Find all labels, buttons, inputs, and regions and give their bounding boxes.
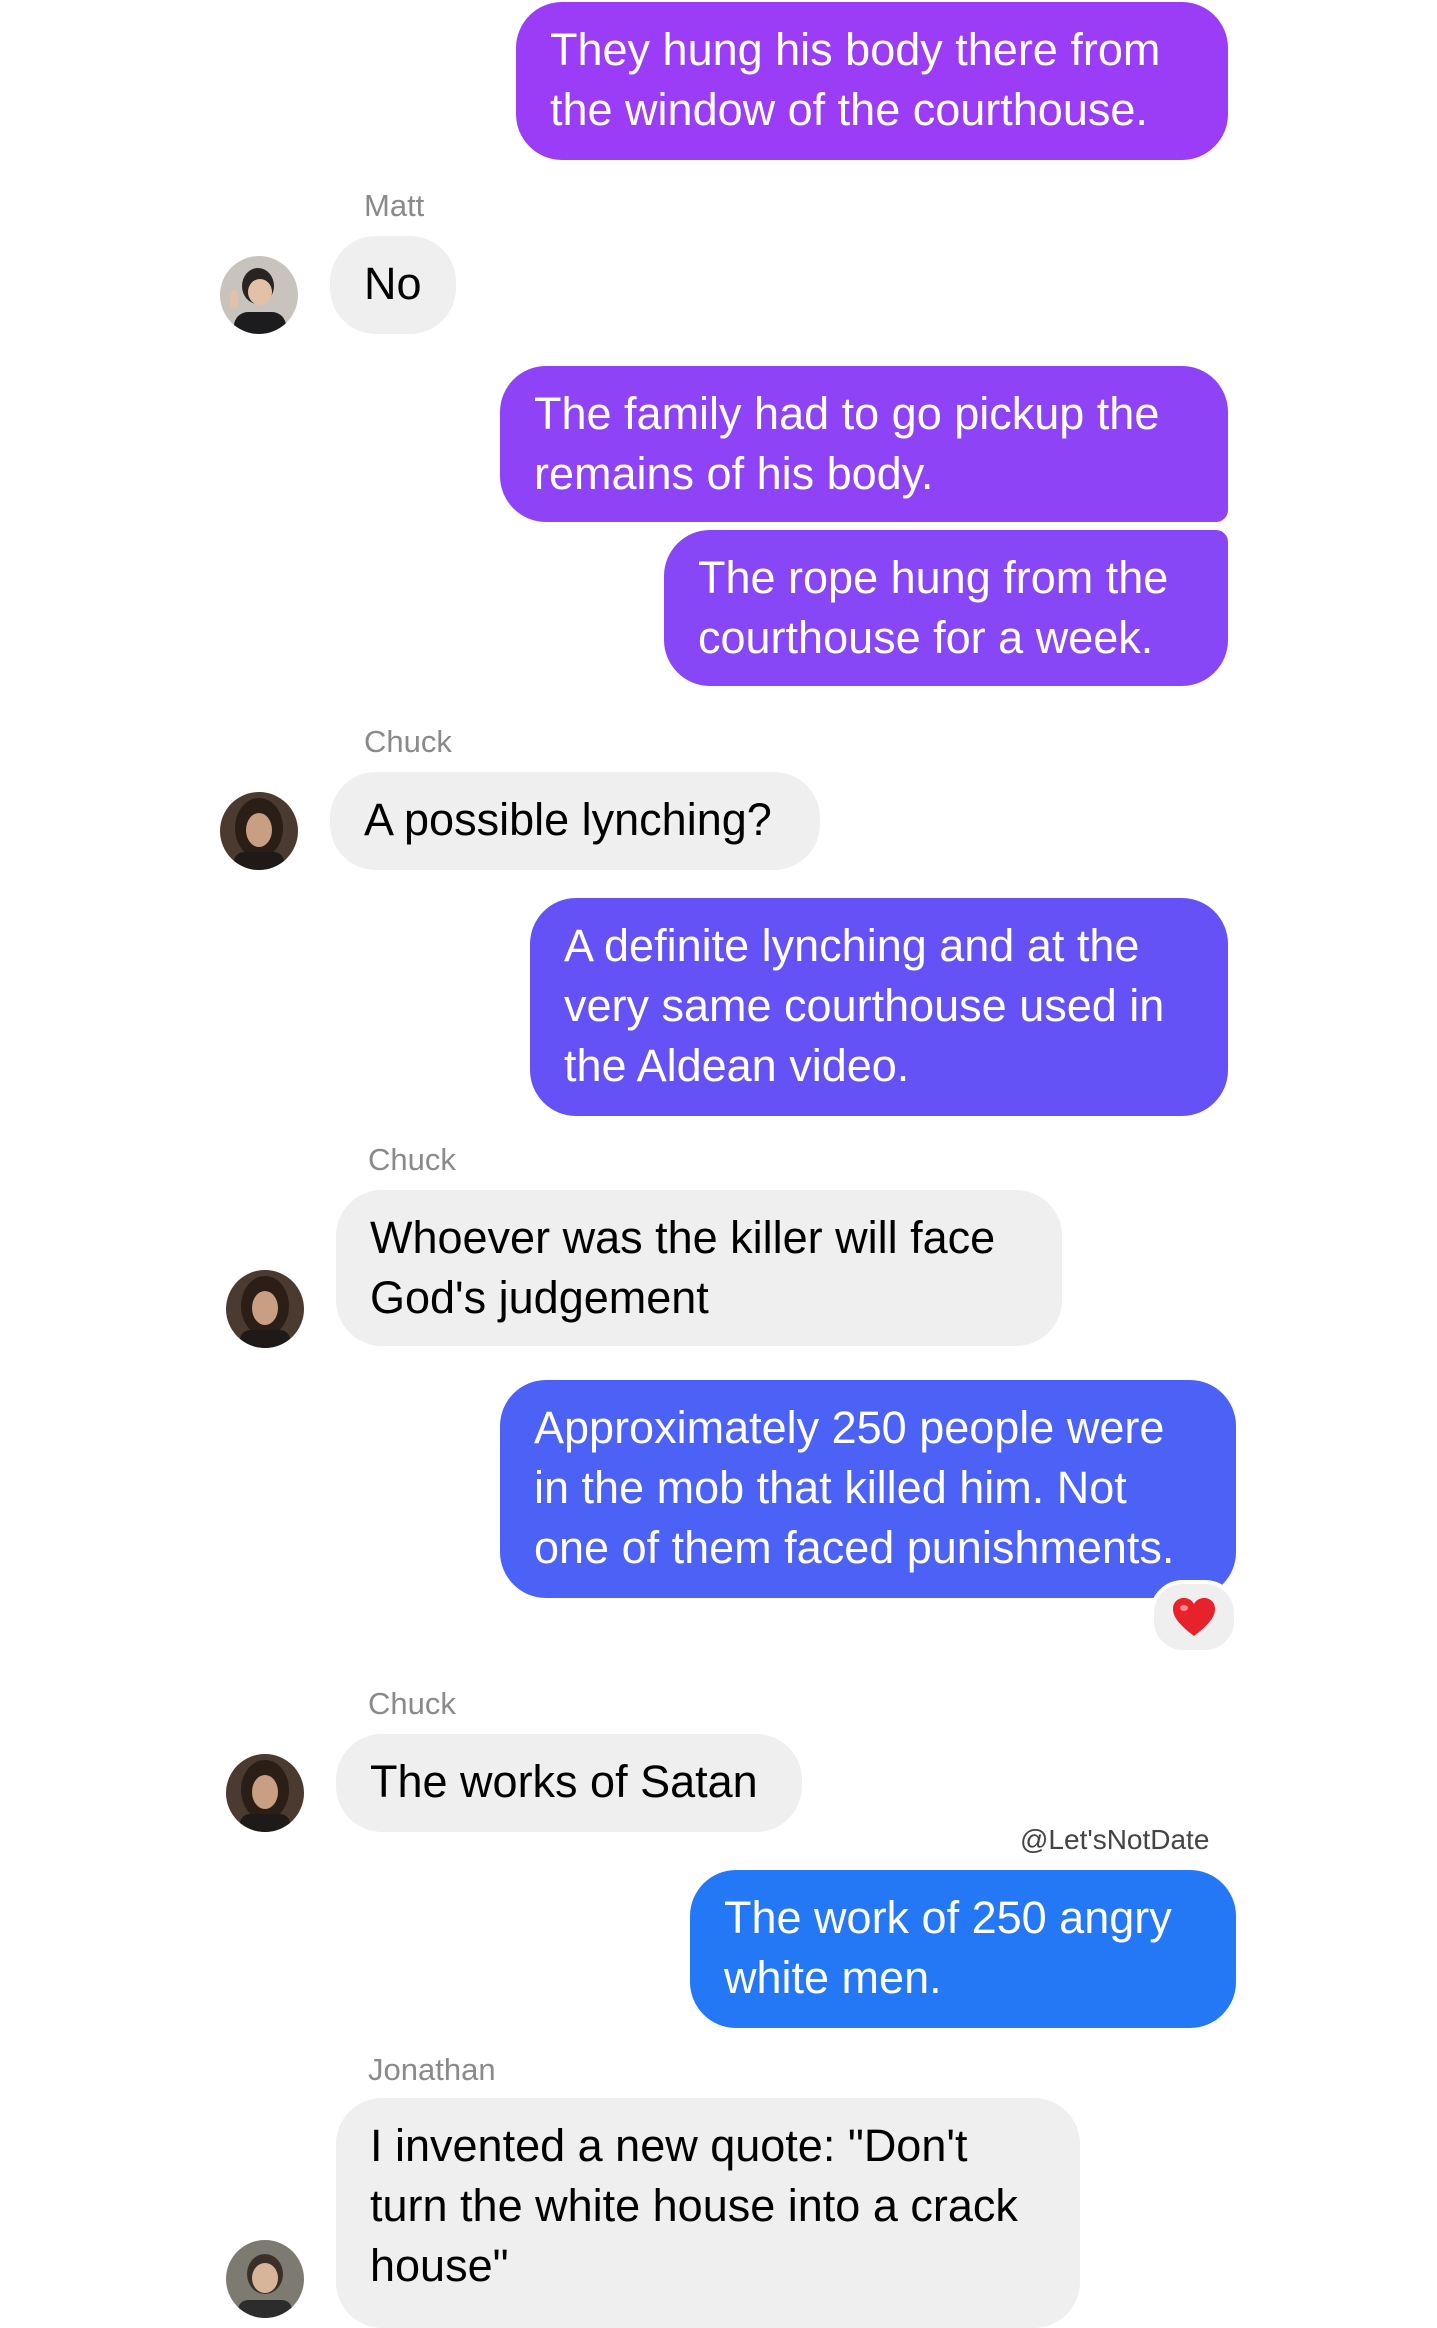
user-photo-icon xyxy=(226,1270,304,1348)
message-bubble-incoming[interactable]: The works of Satan xyxy=(336,1734,802,1832)
watermark: @Let'sNotDate xyxy=(1020,1824,1210,1855)
message-bubble-outgoing[interactable]: The family had to go pickup the remains … xyxy=(500,366,1228,522)
message-bubble-incoming[interactable]: I invented a new quote: "Don't turn the … xyxy=(336,2098,1080,2328)
message-bubble-outgoing[interactable]: A definite lynching and at the very same… xyxy=(530,898,1228,1116)
avatar[interactable] xyxy=(226,1270,304,1348)
avatar[interactable] xyxy=(226,1754,304,1832)
message-bubble-outgoing[interactable]: They hung his body there from the window… xyxy=(516,2,1228,160)
heart-icon xyxy=(1173,1598,1215,1636)
reaction-badge[interactable] xyxy=(1150,1580,1238,1654)
sender-name: Chuck xyxy=(364,724,452,759)
sender-name: Jonathan xyxy=(368,2052,496,2087)
user-photo-icon xyxy=(226,1754,304,1832)
avatar[interactable] xyxy=(226,2240,304,2318)
message-bubble-outgoing[interactable]: The rope hung from the courthouse for a … xyxy=(664,530,1228,686)
message-bubble-outgoing[interactable]: The work of 250 angry white men. xyxy=(690,1870,1236,2028)
user-photo-icon xyxy=(220,256,298,334)
sender-name: Matt xyxy=(364,188,425,223)
user-photo-icon xyxy=(220,792,298,870)
message-bubble-incoming[interactable]: A possible lynching? xyxy=(330,772,820,870)
sender-name: Chuck xyxy=(368,1142,456,1177)
message-bubble-incoming[interactable]: Whoever was the killer will face God's j… xyxy=(336,1190,1062,1346)
avatar[interactable] xyxy=(220,256,298,334)
message-bubble-outgoing[interactable]: Approximately 250 people were in the mob… xyxy=(500,1380,1236,1598)
message-bubble-incoming[interactable]: No xyxy=(330,236,456,334)
sender-name: Chuck xyxy=(368,1686,456,1721)
avatar[interactable] xyxy=(220,792,298,870)
user-photo-icon xyxy=(226,2240,304,2318)
